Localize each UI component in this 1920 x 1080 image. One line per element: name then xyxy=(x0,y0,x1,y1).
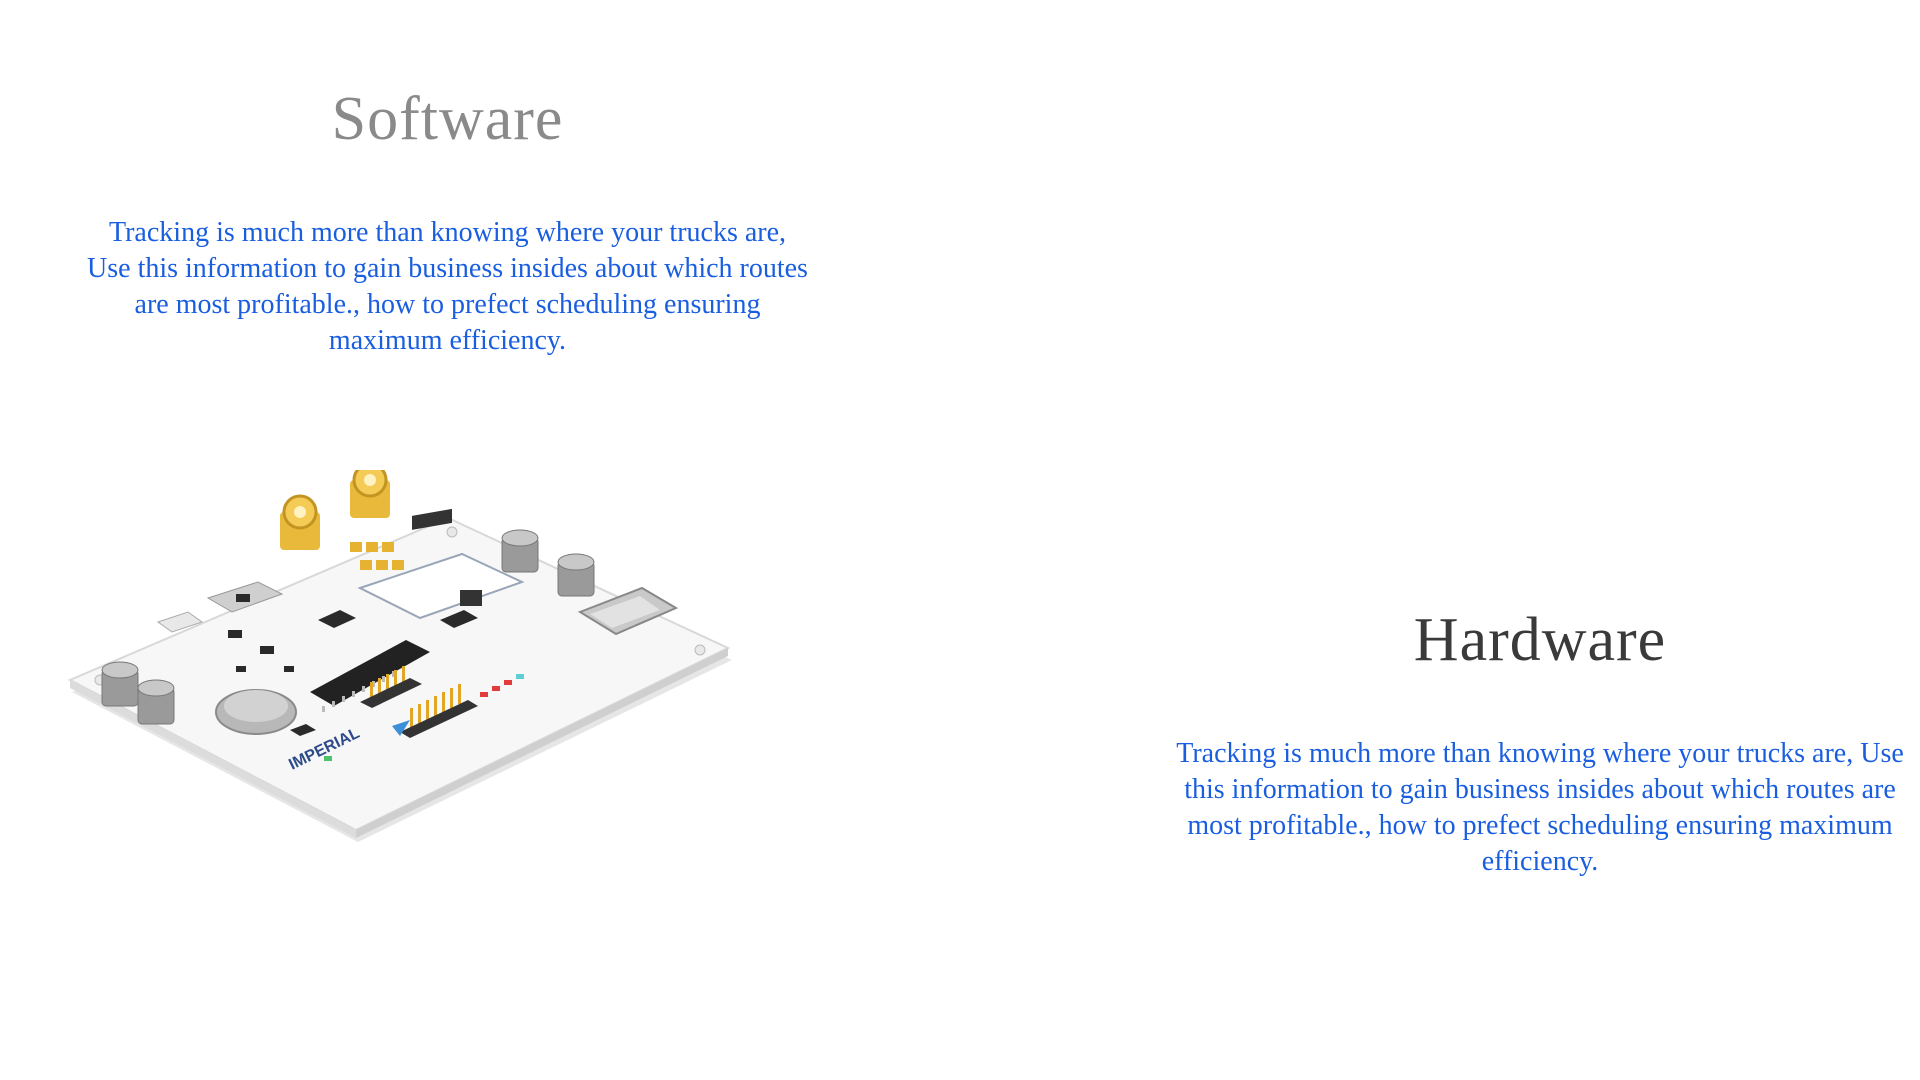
circuit-board-image: IMPERIAL xyxy=(67,470,732,842)
hardware-title: Hardware xyxy=(1413,606,1667,674)
antenna-connector-1 xyxy=(280,494,320,550)
software-description: Tracking is much more than knowing where… xyxy=(87,217,808,357)
hardware-description: Tracking is much more than knowing where… xyxy=(1176,738,1904,878)
antenna-connector-2 xyxy=(350,470,390,518)
software-title: Software xyxy=(331,85,564,153)
hardware-section: Hardware Tracking is much more than know… xyxy=(1175,606,1905,880)
software-section: Software Tracking is much more than know… xyxy=(85,85,810,359)
